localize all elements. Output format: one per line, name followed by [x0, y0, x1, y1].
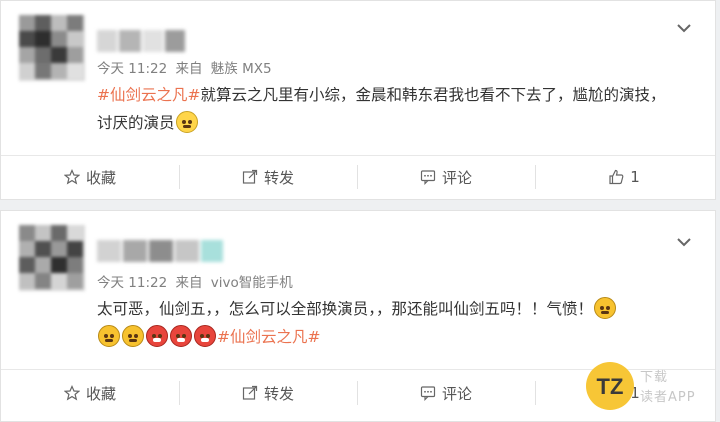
tz-logo-icon: TZ — [597, 374, 624, 399]
favorite-button[interactable]: 收藏 — [1, 371, 179, 415]
watermark-logo: TZ — [586, 362, 634, 410]
comment-button[interactable]: 评论 — [357, 155, 535, 199]
action-bar: 收藏 转发 评论 1 — [1, 155, 715, 199]
comment-icon — [420, 170, 436, 185]
device-name[interactable]: 魅族 MX5 — [211, 61, 272, 77]
comment-button[interactable]: 评论 — [357, 371, 535, 415]
svg-text:TZ: TZ — [597, 374, 624, 399]
username[interactable] — [97, 29, 187, 53]
repost-button[interactable]: 转发 — [179, 155, 357, 199]
comment-label: 评论 — [441, 168, 472, 187]
favorite-label: 收藏 — [85, 168, 116, 187]
rage-emoji-icon — [146, 325, 168, 347]
source-label: 来自 — [175, 275, 203, 291]
post-text: 太可恶，仙剑五，，怎么可以全部换演员，，那还能叫仙剑五吗！！气愤！ — [97, 300, 594, 318]
favorite-button[interactable]: 收藏 — [1, 155, 179, 199]
comment-icon — [420, 386, 436, 401]
post-meta: 今天 11:22 来自 魅族 MX5 — [97, 57, 272, 77]
username[interactable] — [97, 239, 227, 263]
angry-emoji-icon — [122, 325, 144, 347]
post-time[interactable]: 今天 11:22 — [97, 275, 167, 291]
star-icon — [63, 169, 80, 185]
favorite-label: 收藏 — [85, 384, 116, 403]
chevron-down-icon[interactable] — [675, 19, 693, 37]
source-label: 来自 — [175, 61, 203, 77]
watermark-line1: 下载 — [640, 370, 669, 385]
angry-emoji-icon — [594, 297, 617, 319]
star-icon — [63, 385, 80, 401]
like-count: 1 — [630, 168, 640, 186]
sweat-emoji-icon — [175, 111, 198, 133]
repost-icon — [242, 169, 258, 184]
post-meta: 今天 11:22 来自 vivo智能手机 — [97, 271, 293, 291]
avatar[interactable] — [19, 15, 85, 81]
rage-emoji-icon — [170, 325, 192, 347]
comment-label: 评论 — [441, 384, 472, 403]
post-content: #仙剑云之凡#就算云之凡里有小综，金晨和韩东君我也看不下去了，尴尬的演技，讨厌的… — [97, 81, 675, 137]
avatar[interactable] — [19, 225, 85, 291]
angry-emoji-icon — [98, 325, 120, 347]
weibo-post-1: 今天 11:22 来自 魅族 MX5 #仙剑云之凡#就算云之凡里有小综，金晨和韩… — [0, 0, 716, 200]
post-content: 太可恶，仙剑五，，怎么可以全部换演员，，那还能叫仙剑五吗！！气愤！ #仙剑云之凡… — [97, 295, 685, 351]
post-time[interactable]: 今天 11:22 — [97, 61, 167, 77]
rage-emoji-icon — [194, 325, 216, 347]
repost-button[interactable]: 转发 — [179, 371, 357, 415]
device-name[interactable]: vivo智能手机 — [211, 275, 293, 291]
hashtag-link[interactable]: #仙剑云之凡# — [97, 86, 200, 104]
repost-label: 转发 — [263, 168, 294, 187]
hashtag-link[interactable]: #仙剑云之凡# — [217, 328, 320, 346]
repost-icon — [242, 385, 258, 400]
chevron-down-icon[interactable] — [675, 233, 693, 251]
thumbs-up-icon — [609, 169, 624, 185]
repost-label: 转发 — [263, 384, 294, 403]
watermark-line2: 读者APP — [640, 390, 696, 405]
like-button[interactable]: 1 — [535, 155, 713, 199]
